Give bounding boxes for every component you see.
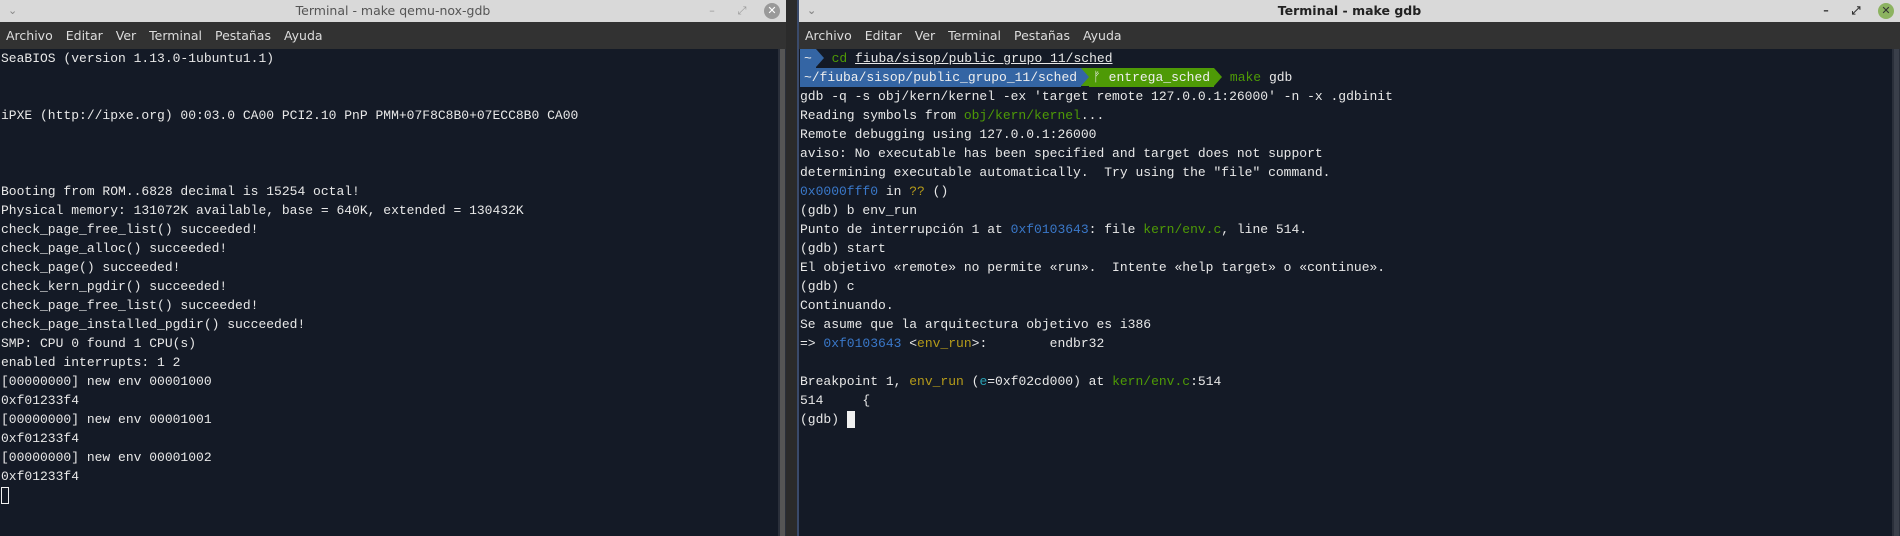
output-line: (gdb) b env_run <box>800 203 918 218</box>
powerline-arrow-icon <box>815 49 824 67</box>
powerline-arrow-icon <box>1081 68 1090 86</box>
output-line: 0xf01233f4 <box>1 431 80 446</box>
menu-editar[interactable]: Editar <box>865 28 902 43</box>
output-line: [00000000] new env 00001002 <box>1 450 212 465</box>
cursor <box>1 487 9 505</box>
close-button[interactable]: ✕ <box>764 3 780 19</box>
output-line: [00000000] new env 00001001 <box>1 412 212 427</box>
command: cd <box>831 51 848 66</box>
output-line: iPXE (http://ipxe.org) 00:03.0 CA00 PCI2… <box>1 108 579 123</box>
terminal-output[interactable]: SeaBIOS (version 1.13.0-1ubuntu1.1) iPXE … <box>0 49 776 536</box>
command: make <box>1229 70 1262 85</box>
menu-terminal[interactable]: Terminal <box>149 28 202 43</box>
output-line: 514 { <box>800 393 871 408</box>
maximize-button[interactable]: ⤢ <box>734 3 750 19</box>
scrollbar[interactable] <box>1892 49 1900 536</box>
output-line: (gdb) c <box>800 279 855 294</box>
output-line: [00000000] new env 00001000 <box>1 374 212 389</box>
output-line: Remote debugging using 127.0.0.1:26000 <box>800 127 1097 142</box>
menu-bar: Archivo Editar Ver Terminal Pestañas Ayu… <box>0 22 786 49</box>
prompt-dir: ~ <box>800 49 816 68</box>
output-line: Breakpoint 1, env_run (e=0xf02cd000) at … <box>800 374 1222 389</box>
menu-pestanas[interactable]: Pestañas <box>215 28 271 43</box>
prompt-line: ~ cd fiuba/sisop/public_grupo_11/sched <box>800 49 1890 68</box>
prompt-dir: ~/fiuba/sisop/public_grupo_11/sched <box>800 68 1082 87</box>
output-line: Punto de interrupción 1 at 0xf0103643: f… <box>800 222 1308 237</box>
output-line: Continuando. <box>800 298 894 313</box>
menu-ver[interactable]: Ver <box>116 28 136 43</box>
command-arg: fiuba/sisop/public_grupo_11/sched <box>855 51 1113 66</box>
output-line: Booting from ROM..6828 decimal is 15254 … <box>1 184 360 199</box>
git-branch-icon: ᚠ <box>1093 70 1101 85</box>
title-bar: ⌄ Terminal - make qemu-nox-gdb – ⤢ ✕ <box>0 0 786 22</box>
output-line: enabled interrupts: 1 2 <box>1 355 181 370</box>
output-line: aviso: No executable has been specified … <box>800 146 1323 161</box>
output-line: check_page_free_list() succeeded! <box>1 298 259 313</box>
output-line: Reading symbols from obj/kern/kernel... <box>800 108 1105 123</box>
command-arg: gdb <box>1268 70 1293 85</box>
cursor-line <box>1 486 776 505</box>
powerline-arrow-icon <box>1214 68 1223 86</box>
output-line: gdb -q -s obj/kern/kernel -ex 'target re… <box>800 89 1393 104</box>
close-button[interactable]: ✕ <box>1878 3 1894 19</box>
minimize-button[interactable]: – <box>704 3 720 19</box>
menu-terminal[interactable]: Terminal <box>948 28 1001 43</box>
output-line: 0xf01233f4 <box>1 469 80 484</box>
output-line: El objetivo «remote» no permite «run». I… <box>800 260 1386 275</box>
window-title: Terminal - make qemu-nox-gdb <box>295 3 491 18</box>
window-title: Terminal - make gdb <box>1277 3 1422 18</box>
output-line: (gdb) start <box>800 241 886 256</box>
window-menu-chevron-icon[interactable]: ⌄ <box>8 0 17 22</box>
output-line: 0x0000fff0 in ?? () <box>800 184 949 199</box>
window-menu-chevron-icon[interactable]: ⌄ <box>807 0 816 22</box>
output-line: check_page() succeeded! <box>1 260 181 275</box>
menu-editar[interactable]: Editar <box>66 28 103 43</box>
output-line: check_page_installed_pgdir() succeeded! <box>1 317 306 332</box>
git-branch: ᚠ entrega_sched <box>1089 68 1215 87</box>
output-line: Se asume que la arquitectura objetivo es… <box>800 317 1152 332</box>
maximize-button[interactable]: ⤢ <box>1848 3 1864 19</box>
terminal-output[interactable]: ~ cd fiuba/sisop/public_grupo_11/sched ~… <box>799 49 1890 536</box>
gdb-prompt[interactable]: (gdb) <box>800 410 1890 429</box>
minimize-button[interactable]: – <box>1818 3 1834 19</box>
menu-pestanas[interactable]: Pestañas <box>1014 28 1070 43</box>
terminal-window-gdb: ⌄ Terminal - make gdb – ⤢ ✕ Archivo Edit… <box>797 0 1900 536</box>
prompt-line: ~/fiuba/sisop/public_grupo_11/sched ᚠ ent… <box>800 68 1890 87</box>
menu-bar: Archivo Editar Ver Terminal Pestañas Ayu… <box>799 22 1900 49</box>
output-line: => 0xf0103643 <env_run>: endbr32 <box>800 336 1105 351</box>
output-line: Physical memory: 131072K available, base… <box>1 203 524 218</box>
menu-archivo[interactable]: Archivo <box>6 28 53 43</box>
menu-ayuda[interactable]: Ayuda <box>1083 28 1122 43</box>
scrollbar[interactable] <box>778 49 786 536</box>
output-line: check_page_free_list() succeeded! <box>1 222 259 237</box>
menu-ayuda[interactable]: Ayuda <box>284 28 323 43</box>
output-line: 0xf01233f4 <box>1 393 80 408</box>
terminal-window-qemu: ⌄ Terminal - make qemu-nox-gdb – ⤢ ✕ Arc… <box>0 0 786 536</box>
title-bar: ⌄ Terminal - make gdb – ⤢ ✕ <box>799 0 1900 22</box>
branch-name: entrega_sched <box>1108 70 1211 85</box>
output-line: check_page_alloc() succeeded! <box>1 241 228 256</box>
menu-archivo[interactable]: Archivo <box>805 28 852 43</box>
output-line: SeaBIOS (version 1.13.0-1ubuntu1.1) <box>1 51 275 66</box>
output-line: determining executable automatically. Tr… <box>800 165 1331 180</box>
cursor <box>846 411 855 429</box>
output-line: SMP: CPU 0 found 1 CPU(s) <box>1 336 197 351</box>
output-line: check_kern_pgdir() succeeded! <box>1 279 228 294</box>
menu-ver[interactable]: Ver <box>915 28 935 43</box>
